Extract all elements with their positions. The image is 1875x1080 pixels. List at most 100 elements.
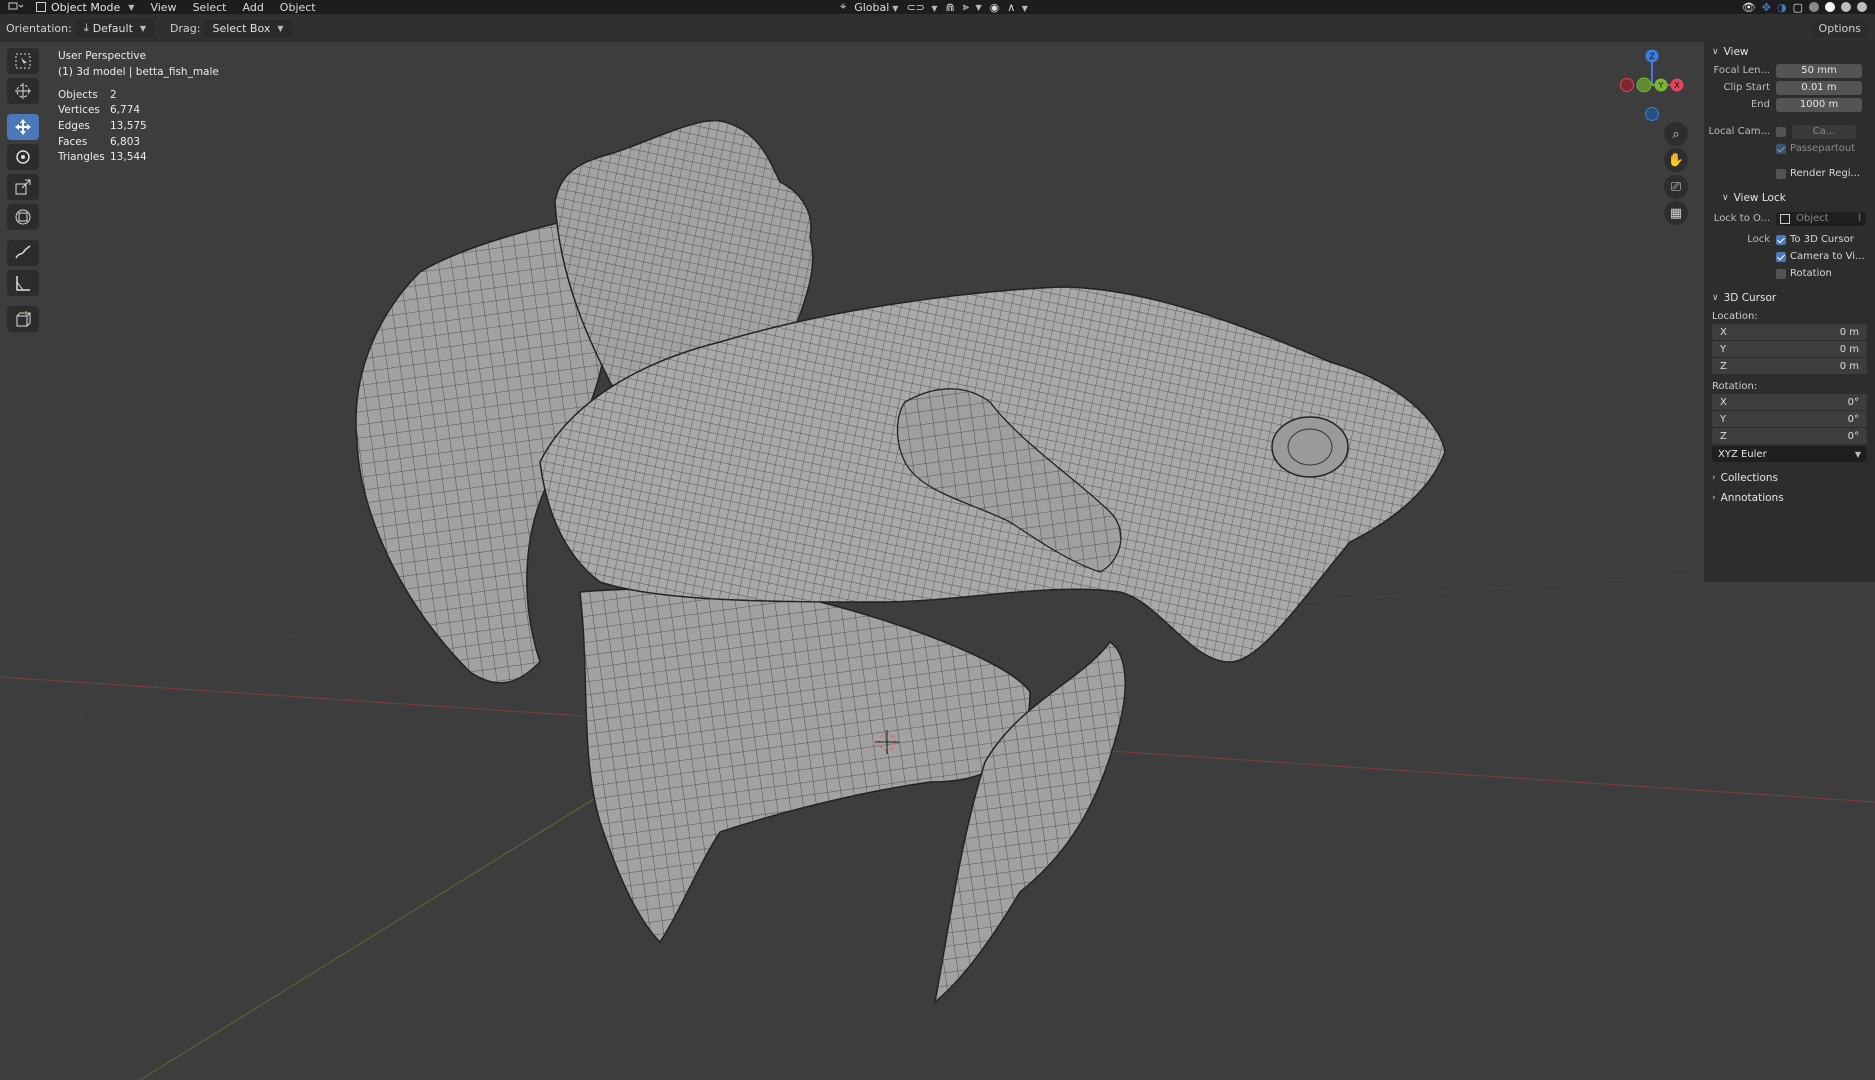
transform-tools: ⌖ Global ▼ ⊂⊃ ▼ ⋒ ⫸ ▼ ◉ ∧ ▼ <box>840 0 1028 14</box>
proportional-edit-icon[interactable]: ◉ <box>990 1 1000 14</box>
chevron-down-icon: ▼ <box>1854 449 1861 459</box>
stat-row: Edges 13,575 <box>58 119 147 132</box>
move-icon <box>15 119 31 135</box>
drag-value: Select Box <box>212 21 271 35</box>
neg-y-axis-handle[interactable] <box>1636 77 1652 93</box>
view-panel-header[interactable]: ∨ View <box>1704 42 1875 62</box>
location-x-field[interactable]: X0 m <box>1712 324 1867 340</box>
render-region-row: Render Regi... <box>1704 165 1875 182</box>
orientation-icon: ⤓ <box>83 21 89 34</box>
overlay-toggle-icon[interactable]: ◑ <box>1777 1 1787 14</box>
collections-panel-header[interactable]: › Collections <box>1704 468 1875 488</box>
scale-icon <box>15 179 31 195</box>
zoom-icon[interactable]: ⌕ <box>1664 122 1688 146</box>
camera-view-icon[interactable]: ⎚ <box>1664 175 1688 199</box>
betta-fish-model[interactable] <box>355 119 1446 1004</box>
gizmo-toggle-icon[interactable]: ✥ <box>1762 1 1771 14</box>
cursor-tool[interactable] <box>7 78 39 104</box>
menu-add[interactable]: Add <box>235 1 272 14</box>
drag-dropdown[interactable]: Select Box ▼ <box>204 19 292 37</box>
tool-shelf <box>7 48 41 332</box>
orientation-value: Default <box>92 21 133 35</box>
clip-start-field[interactable]: 0.01 m <box>1776 80 1862 95</box>
orientation-label: Orientation: <box>6 21 72 35</box>
falloff-icon[interactable]: ∧ ▼ <box>1007 1 1028 14</box>
annotations-panel-header[interactable]: › Annotations <box>1704 488 1875 508</box>
lock-to-3d-cursor-checkbox[interactable] <box>1776 234 1786 245</box>
menu-select[interactable]: Select <box>185 1 235 14</box>
transform-icon <box>15 209 31 225</box>
clip-end-row: End 1000 m <box>1704 96 1875 113</box>
visibility-icon[interactable]: 👁 <box>1742 1 1756 14</box>
chevron-down-icon: ∨ <box>1712 293 1719 303</box>
viewport-canvas[interactable] <box>0 42 1875 1080</box>
navigation-gizmo[interactable]: Z X Y <box>1615 48 1685 122</box>
3d-cursor-panel-header[interactable]: ∨ 3D Cursor <box>1704 288 1875 308</box>
location-y-field[interactable]: Y0 m <box>1712 341 1867 357</box>
options-button[interactable]: Options <box>1810 20 1869 37</box>
select-box-tool[interactable] <box>7 48 39 74</box>
add-cube-tool[interactable] <box>7 306 39 332</box>
scene-statistics: Objects 2 Vertices 6,774 Edges 13,575 Faces… <box>58 87 147 165</box>
rendered-shading-icon[interactable] <box>1857 2 1867 12</box>
lock-to-object-row: Lock to O... Object ⌇ <box>1704 210 1875 227</box>
passepartout-checkbox[interactable] <box>1776 143 1786 154</box>
rotate-tool[interactable] <box>7 144 39 170</box>
chevron-down-icon: ∨ <box>1722 193 1729 203</box>
rotation-mode-dropdown[interactable]: XYZ Euler ▼ <box>1712 446 1867 462</box>
mode-selector[interactable]: Object Mode ▼ <box>32 1 142 14</box>
lock-rotation-row: Rotation <box>1704 265 1875 282</box>
fish-eye <box>1271 416 1349 478</box>
view-lock-header[interactable]: ∨ View Lock <box>1704 188 1875 208</box>
eyedropper-icon[interactable]: ⌇ <box>1857 213 1862 224</box>
local-camera-field[interactable]: Ca... <box>1792 124 1856 139</box>
camera-to-view-checkbox[interactable] <box>1776 251 1786 262</box>
measure-icon <box>16 276 30 291</box>
measure-tool[interactable] <box>7 270 39 296</box>
header-bar: Object Mode ▼ View Select Add Object ⌖ G… <box>0 0 1875 14</box>
editor-type-menu[interactable] <box>0 1 32 14</box>
cursor-rotation-vector: X 0° Y 0° Z 0° <box>1712 394 1867 444</box>
lock-to-object-field[interactable]: Object ⌇ <box>1776 211 1866 226</box>
passepartout-row: Passepartout <box>1704 140 1875 157</box>
solid-shading-icon[interactable] <box>1825 2 1835 12</box>
stat-row: Triangles 13,544 <box>58 151 147 164</box>
snap-target-icon[interactable]: ⫸ ▼ <box>963 0 982 14</box>
editor-type-icon <box>8 2 24 9</box>
perspective-label: User Perspective <box>58 50 147 62</box>
chevron-down-icon: ∨ <box>1712 47 1719 57</box>
annotate-icon <box>15 245 31 259</box>
rotation-x-field[interactable]: X 0° <box>1712 394 1867 410</box>
focal-length-row: Focal Len... 50 mm <box>1704 62 1875 79</box>
viewport-info: User Perspective (1) 3d model | betta_fi… <box>58 48 219 80</box>
transform-tool[interactable] <box>7 204 39 230</box>
location-z-field[interactable]: Z0 m <box>1712 358 1867 374</box>
menu-object[interactable]: Object <box>272 1 324 14</box>
wireframe-shading-icon[interactable] <box>1809 2 1819 12</box>
transform-orientation-dropdown[interactable]: Global ▼ <box>854 1 898 14</box>
clip-end-field[interactable]: 1000 m <box>1776 97 1862 112</box>
snap-icon[interactable]: ⋒ <box>946 1 955 14</box>
neg-z-axis-handle[interactable] <box>1645 107 1659 121</box>
lock-rotation-checkbox[interactable] <box>1776 268 1786 279</box>
rotation-z-field[interactable]: Z 0° <box>1712 428 1867 444</box>
xray-icon[interactable]: ▢ <box>1793 1 1803 14</box>
scale-tool[interactable] <box>7 174 39 200</box>
orientation-dropdown[interactable]: ⤓ Default ▼ <box>75 19 155 37</box>
rotation-y-field[interactable]: Y 0° <box>1712 411 1867 427</box>
perspective-toggle-icon[interactable]: ▦ <box>1664 201 1688 225</box>
material-shading-icon[interactable] <box>1841 2 1851 12</box>
render-region-checkbox[interactable] <box>1776 168 1786 179</box>
stat-row: Vertices 6,774 <box>58 104 141 117</box>
menu-view[interactable]: View <box>142 1 184 14</box>
focal-length-field[interactable]: 50 mm <box>1776 63 1862 78</box>
move-tool[interactable] <box>7 114 39 140</box>
annotate-tool[interactable] <box>7 240 39 266</box>
drag-label: Drag: <box>170 21 201 35</box>
rotate-icon <box>16 150 30 164</box>
object-icon <box>1780 213 1790 224</box>
pan-hand-icon[interactable]: ✋ <box>1664 148 1688 172</box>
local-camera-checkbox[interactable] <box>1776 126 1786 137</box>
neg-x-axis-handle[interactable] <box>1620 78 1634 92</box>
pivot-point-icon[interactable]: ⊂⊃ ▼ <box>906 1 937 14</box>
